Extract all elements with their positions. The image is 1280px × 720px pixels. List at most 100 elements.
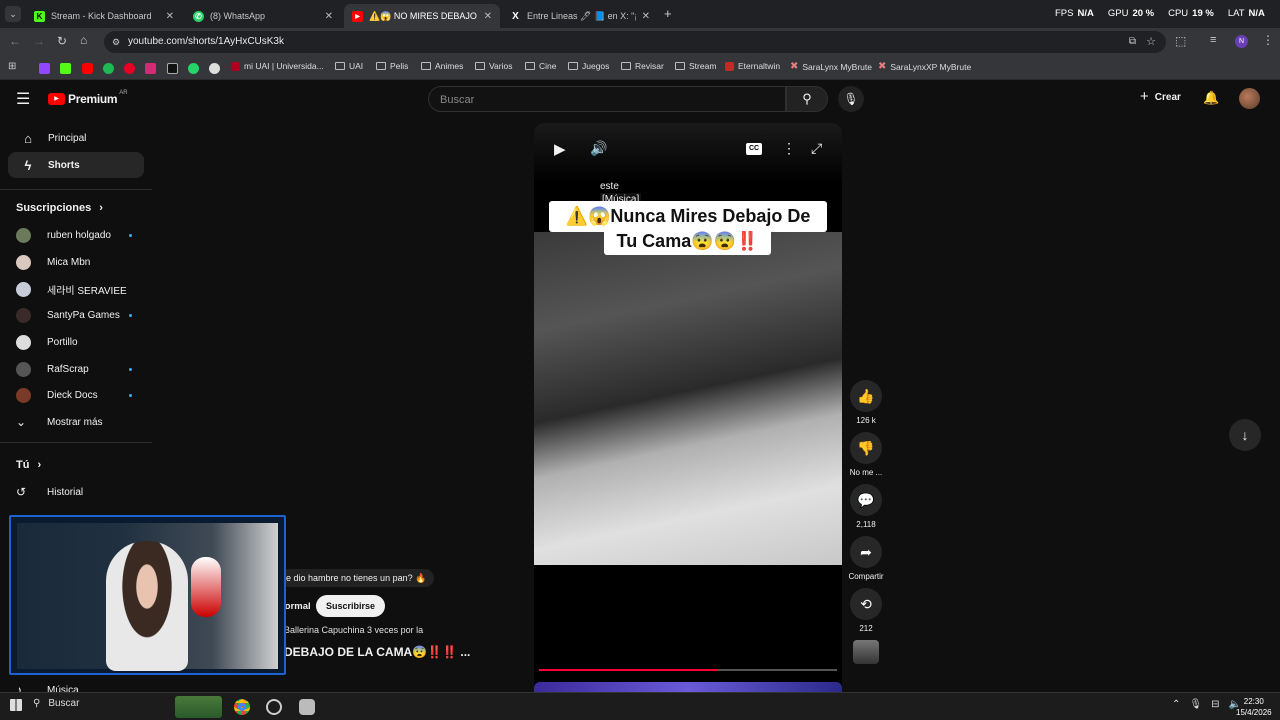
close-icon[interactable]: ✕: [642, 11, 650, 22]
like-button[interactable]: 👍: [850, 380, 882, 412]
shorts-player[interactable]: ▶ 🔊 CC ⋮ ⤢ este [Música] ⚠️😱Nunca Mires …: [534, 123, 842, 692]
menu-icon[interactable]: ⋮: [1262, 33, 1274, 47]
remix-button[interactable]: ⟲: [850, 588, 882, 620]
search-button[interactable]: ⚲: [786, 86, 828, 112]
twitch-icon[interactable]: [39, 63, 50, 74]
eternaltwin-icon: [725, 61, 734, 71]
app-icon[interactable]: [299, 699, 315, 715]
spotify-icon[interactable]: [103, 63, 114, 74]
fullscreen-icon[interactable]: ⤢: [811, 140, 822, 157]
next-short-button[interactable]: ↓: [1229, 419, 1261, 451]
taskbar-search[interactable]: ⚲ Buscar: [33, 698, 79, 709]
show-more-button[interactable]: ⌄ Mostrar más: [16, 415, 103, 429]
back-icon[interactable]: ←: [9, 34, 21, 48]
next-short-preview: [534, 682, 842, 692]
bookmark-folder-cine[interactable]: Cine: [525, 61, 556, 71]
folder-icon: [335, 62, 345, 70]
webcam-overlay: [9, 515, 286, 675]
caption-line: este: [600, 181, 619, 192]
system-tray[interactable]: ⌃ 🎙 ⊟ 🔈: [1172, 699, 1241, 710]
dislike-button[interactable]: 👎: [850, 432, 882, 464]
bookmark-saralynxxp-mybrute[interactable]: ✖ SaraLynxXP MyBrute: [878, 61, 971, 72]
profile-avatar[interactable]: N: [1235, 35, 1248, 48]
bookmark-folder-stream[interactable]: Stream: [675, 61, 716, 71]
short-title[interactable]: DEBAJO DE LA CAMA😨‼️‼️ ...: [284, 645, 470, 659]
site-info-icon[interactable]: ⚙: [112, 31, 120, 53]
bookmark-folder-varios[interactable]: Varios: [475, 61, 512, 71]
install-icon[interactable]: ⧉: [1129, 31, 1136, 53]
bookmark-folder-uai[interactable]: UAI: [335, 61, 363, 71]
bookmark-folder-animes[interactable]: Animes: [421, 61, 463, 71]
home-icon[interactable]: ⌂: [80, 33, 87, 47]
sound-thumbnail[interactable]: [853, 640, 879, 664]
bookmark-saralynx-mybrute[interactable]: ✖ SaraLynx MyBrute: [790, 61, 872, 72]
more-options-icon[interactable]: ⋮: [782, 140, 796, 157]
close-icon[interactable]: ✕: [166, 11, 174, 22]
address-bar-row: ← → ↻ ⌂ ⚙ youtube.com/shorts/1AyHxCUsK3k…: [0, 28, 1280, 56]
account-avatar[interactable]: [1239, 88, 1260, 109]
new-content-dot: [129, 368, 132, 371]
hamburger-icon[interactable]: ☰: [16, 89, 30, 109]
play-icon[interactable]: ▶: [554, 140, 566, 158]
tiktok-icon[interactable]: [167, 63, 178, 74]
comments-button[interactable]: 💬: [850, 484, 882, 516]
pinterest-icon[interactable]: [124, 63, 135, 74]
volume-icon[interactable]: 🔊: [590, 140, 607, 157]
folder-icon: [525, 62, 535, 70]
subscription-item[interactable]: Dieck Docs: [16, 388, 132, 403]
progress-track[interactable]: [539, 669, 837, 671]
bookmark-folder-revisar[interactable]: Revisar: [621, 61, 664, 71]
streamer-figure: [106, 541, 188, 671]
subscription-item[interactable]: Mica Mbn: [16, 255, 90, 270]
bookmark-folder-pelis[interactable]: Pelis: [376, 61, 408, 71]
subscriptions-heading[interactable]: Suscripciones ›: [16, 202, 103, 214]
tab-x[interactable]: X Entre Lineas 🖊 📘 en X: "¡VIDE ✕: [502, 4, 658, 28]
kick-icon[interactable]: [60, 63, 71, 74]
apps-icon[interactable]: ⊞: [8, 61, 16, 72]
chevron-up-icon: ⌃: [1172, 699, 1181, 710]
windows-start-icon[interactable]: [10, 699, 22, 711]
chrome-icon[interactable]: [234, 699, 250, 715]
sidebar-item-shorts[interactable]: ϟ Shorts: [8, 152, 144, 178]
sidebar-item-principal[interactable]: ⌂ Principal: [8, 125, 144, 151]
whatsapp-icon[interactable]: [188, 63, 199, 74]
reload-icon[interactable]: ↻: [57, 34, 67, 48]
subscription-item[interactable]: Portillo: [16, 335, 78, 350]
subscribe-button[interactable]: Suscribirse: [316, 595, 386, 617]
tab-whatsapp[interactable]: ✆ (8) WhatsApp ✕: [185, 4, 341, 28]
youtube-logo[interactable]: ▶ Premium AR: [48, 90, 128, 106]
youtube-icon[interactable]: [82, 63, 93, 74]
url-field[interactable]: ⚙ youtube.com/shorts/1AyHxCUsK3k ⧉ ☆: [104, 31, 1166, 53]
close-icon[interactable]: ✕: [325, 11, 333, 22]
widgets-icon[interactable]: [175, 696, 222, 718]
sidebar-item-historial[interactable]: ↺ Historial: [16, 485, 83, 499]
create-button[interactable]: + Crear: [1140, 89, 1181, 104]
media-icon[interactable]: ≡: [1210, 34, 1216, 46]
bookmark-folder-juegos[interactable]: Juegos: [568, 61, 609, 71]
github-icon[interactable]: [209, 63, 220, 74]
subscription-item[interactable]: RafScrap: [16, 362, 132, 377]
captions-icon[interactable]: CC: [746, 143, 762, 155]
clock[interactable]: 22:30 15/4/2026: [1236, 696, 1272, 718]
forward-icon[interactable]: →: [33, 34, 45, 48]
shorts-icon: ϟ: [24, 157, 32, 173]
subscription-item[interactable]: 세라비 SERAVIEE: [16, 282, 127, 297]
share-button[interactable]: ➦: [850, 536, 882, 568]
you-heading[interactable]: Tú ›: [16, 459, 41, 471]
app-icon[interactable]: [266, 699, 282, 715]
close-icon[interactable]: ✕: [484, 11, 492, 22]
extensions-icon[interactable]: ⬚: [1175, 34, 1186, 48]
voice-search-button[interactable]: 🎙: [838, 86, 864, 112]
bookmark-eternaltwin[interactable]: Eternaltwin: [725, 61, 780, 71]
bookmark-uai-site[interactable]: mi UAI | Universida...: [231, 61, 324, 71]
tab-search-button[interactable]: ⌄: [5, 6, 21, 22]
notifications-icon[interactable]: 🔔: [1203, 90, 1219, 106]
search-box[interactable]: Buscar: [428, 86, 786, 112]
new-tab-button[interactable]: +: [664, 6, 672, 21]
subscription-item[interactable]: SantyPa Games: [16, 308, 132, 323]
star-icon[interactable]: ☆: [1146, 31, 1156, 53]
subscription-item[interactable]: ruben holgado: [16, 228, 132, 243]
tab-youtube[interactable]: ▶ ⚠️😱 NO MIRES DEBAJO DE L ✕: [344, 4, 500, 28]
instagram-icon[interactable]: [145, 63, 156, 74]
tab-kick[interactable]: K Stream - Kick Dashboard ✕: [26, 4, 182, 28]
